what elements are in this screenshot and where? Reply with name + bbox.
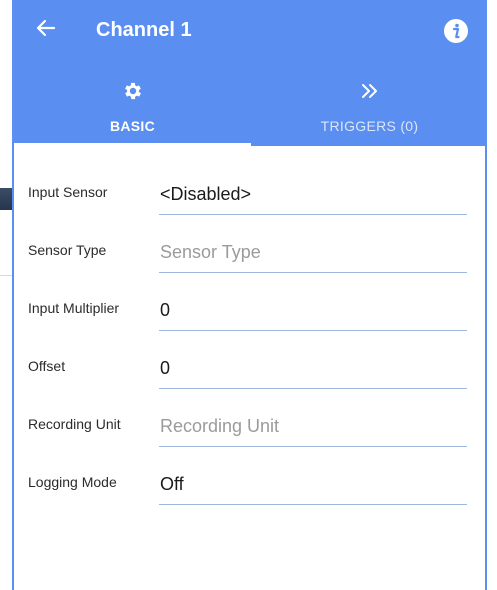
channel-dialog: Channel 1 BASIC TRIGGERS (0) Input Senso… <box>12 0 487 590</box>
form-row-input-multiplier: Input Multiplier 0 <box>14 276 485 334</box>
form-row-offset: Offset 0 <box>14 334 485 392</box>
tab-basic-label: BASIC <box>109 118 156 134</box>
input-multiplier-field[interactable]: 0 <box>159 288 467 331</box>
page-title: Channel 1 <box>96 19 192 41</box>
input-multiplier-value: 0 <box>160 300 171 320</box>
sensor-type-label: Sensor Type <box>28 242 107 258</box>
form-row-recording-unit: Recording Unit Recording Unit <box>14 392 485 450</box>
sensor-type-field[interactable]: Sensor Type <box>159 230 467 273</box>
tab-triggers[interactable]: TRIGGERS (0) <box>251 74 485 146</box>
input-sensor-label: Input Sensor <box>28 184 108 200</box>
selected-tab-indicator <box>14 143 251 146</box>
form-row-sensor-type: Sensor Type Sensor Type <box>14 218 485 276</box>
gear-icon <box>14 80 251 104</box>
app-bar: Channel 1 BASIC TRIGGERS (0) <box>14 0 485 146</box>
back-arrow-icon[interactable] <box>34 16 58 40</box>
recording-unit-field[interactable]: Recording Unit <box>159 404 467 447</box>
input-sensor-value: <Disabled> <box>160 184 252 204</box>
offset-label: Offset <box>28 358 66 374</box>
input-sensor-field[interactable]: <Disabled> <box>159 172 467 215</box>
info-icon[interactable] <box>443 18 469 44</box>
recording-unit-label: Recording Unit <box>28 416 121 432</box>
logging-mode-field[interactable]: Off <box>159 462 467 505</box>
offset-value: 0 <box>160 358 171 378</box>
recording-unit-placeholder: Recording Unit <box>160 416 280 436</box>
input-multiplier-label: Input Multiplier <box>28 300 120 316</box>
logging-mode-value: Off <box>160 474 184 494</box>
logging-mode-label: Logging Mode <box>28 474 117 490</box>
form-row-logging-mode: Logging Mode Off <box>14 450 485 508</box>
double-chevron-right-icon <box>251 80 485 104</box>
tab-triggers-label: TRIGGERS (0) <box>320 118 419 134</box>
tab-basic[interactable]: BASIC <box>14 74 251 146</box>
offset-field[interactable]: 0 <box>159 346 467 389</box>
sensor-type-placeholder: Sensor Type <box>160 242 261 262</box>
form-row-input-sensor: Input Sensor <Disabled> <box>14 160 485 218</box>
